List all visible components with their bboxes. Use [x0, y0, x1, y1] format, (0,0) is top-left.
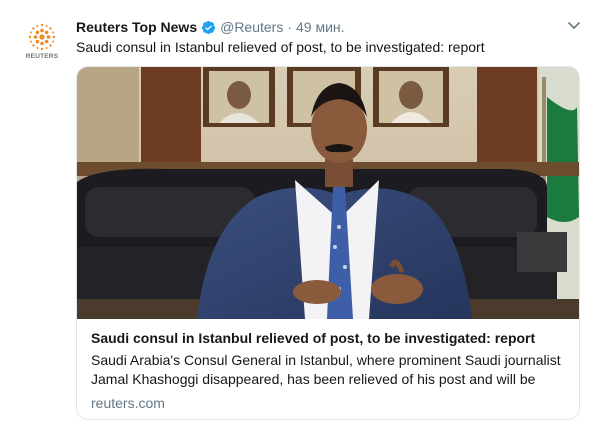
card-body: Saudi consul in Istanbul relieved of pos…	[91, 329, 569, 412]
avatar-label: REUTERS	[25, 53, 59, 60]
chevron-down-icon[interactable]	[566, 18, 582, 34]
separator-dot: ·	[287, 19, 293, 35]
tweet-header: Reuters Top News @Reuters · 49 мин.	[76, 17, 580, 37]
tweet-timestamp[interactable]: 49 мин.	[296, 19, 345, 35]
reuters-logo-icon	[28, 23, 56, 51]
avatar[interactable]: REUTERS	[22, 22, 62, 62]
card-description: Saudi Arabia's Consul General in Istanbu…	[91, 352, 561, 387]
card-title[interactable]: Saudi consul in Istanbul relieved of pos…	[91, 329, 569, 348]
author-name[interactable]: Reuters Top News	[76, 19, 197, 35]
card-domain[interactable]: reuters.com	[91, 394, 569, 412]
tweet-text: Saudi consul in Istanbul relieved of pos…	[76, 39, 485, 55]
link-card[interactable]: Saudi consul in Istanbul relieved of pos…	[76, 66, 580, 420]
tweet[interactable]: REUTERS Reuters Top News @Reuters · 49 м…	[0, 0, 600, 429]
news-photo	[77, 67, 579, 319]
author-handle[interactable]: @Reuters	[220, 19, 283, 35]
verified-badge-icon	[201, 20, 216, 35]
